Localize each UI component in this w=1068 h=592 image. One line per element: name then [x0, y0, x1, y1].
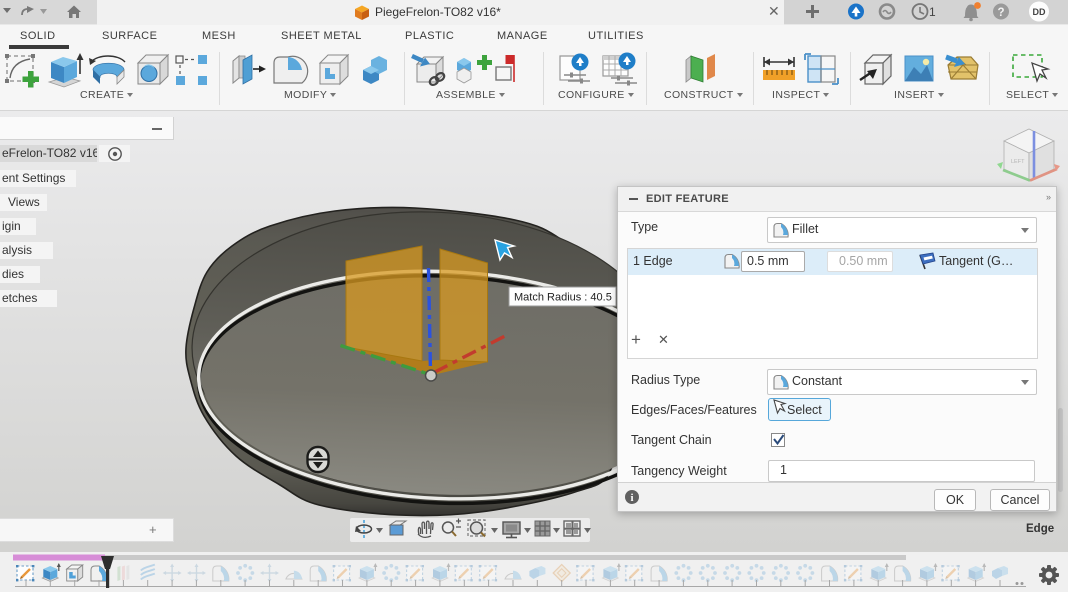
svg-text:1: 1: [929, 5, 936, 19]
svg-text:?: ?: [997, 7, 1004, 19]
svg-text:Match Radius : 40.5: Match Radius : 40.5: [514, 292, 612, 304]
svg-text:i: i: [630, 492, 633, 504]
svg-text:LEFT: LEFT: [1011, 159, 1025, 165]
svg-text:DD: DD: [1033, 7, 1046, 17]
